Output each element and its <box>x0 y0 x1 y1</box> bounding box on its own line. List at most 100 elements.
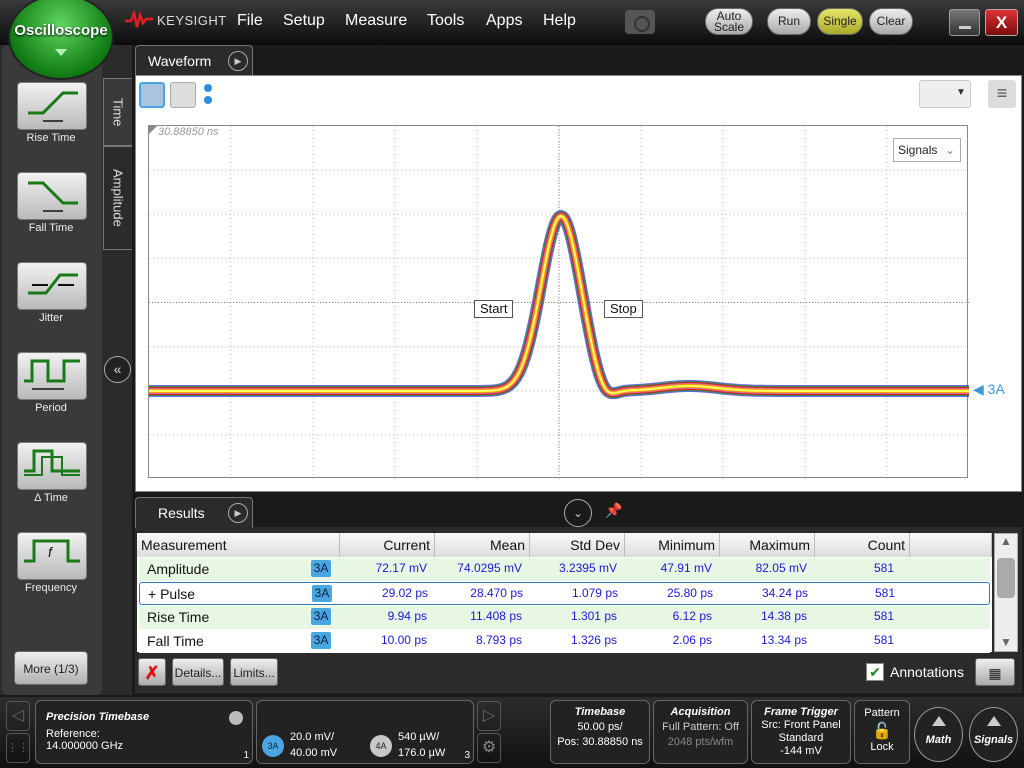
table-row[interactable]: Rise Time 3A 9.94 ps 11.408 ps 1.301 ps 6.12 … <box>139 606 990 629</box>
channel-3a-marker[interactable]: ◀ 3A <box>973 381 1005 398</box>
play-icon[interactable]: ▶ <box>228 51 248 71</box>
camera-icon[interactable] <box>625 10 655 34</box>
zoom-select-tool[interactable]: ▼ <box>919 80 971 108</box>
channel-4a-offset: 176.0 µW <box>398 747 446 759</box>
delta-time-icon <box>24 449 80 476</box>
results-scrollbar[interactable]: ▲ ▼ <box>994 533 1018 652</box>
stop-marker[interactable]: Stop <box>604 300 643 318</box>
corner-marker <box>149 126 157 134</box>
table-view-icon[interactable]: ▦ <box>975 658 1015 686</box>
scroll-left-button[interactable]: ◁ <box>6 701 30 731</box>
details-button[interactable]: Details... <box>172 658 224 686</box>
delete-measurement-button[interactable]: ✗ <box>138 658 166 686</box>
reference-label: Reference: <box>46 728 100 740</box>
column-header-measurement[interactable]: Measurement <box>137 533 340 557</box>
cell-current: 29.02 ps <box>381 586 428 600</box>
tab-waveform[interactable]: Waveform ▶ <box>135 45 253 76</box>
rise-time-icon <box>28 91 78 122</box>
table-row[interactable]: Fall Time 3A 10.00 ps 8.793 ps 1.326 ps 2.06 … <box>139 630 990 653</box>
collapse-panel-button[interactable]: « <box>104 356 131 383</box>
rise-time-button[interactable] <box>17 82 87 130</box>
brand-logo: KEYSIGHT <box>125 11 227 29</box>
cell-min: 25.80 ps <box>666 586 713 600</box>
tab-amplitude[interactable]: Amplitude <box>103 146 132 250</box>
start-marker[interactable]: Start <box>474 300 514 318</box>
channel-4a-badge[interactable]: 4A <box>370 735 392 757</box>
results-table: Measurement Current Mean Std Dev Minimum Maxi… <box>137 533 992 653</box>
cell-count: 581 <box>873 609 894 623</box>
column-header-current[interactable]: Current <box>340 533 435 557</box>
menu-apps[interactable]: Apps <box>486 12 522 30</box>
frequency-button[interactable]: f <box>17 532 87 580</box>
status-led-icon <box>229 711 243 725</box>
period-button[interactable] <box>17 352 87 400</box>
multi-grid-layout-button[interactable] <box>170 82 196 108</box>
run-button[interactable]: Run <box>767 8 811 35</box>
signals-dropdown[interactable]: Signals ⌄ <box>893 138 961 162</box>
box-number: 1 <box>243 750 249 761</box>
cell-count: 581 <box>873 633 894 647</box>
cell-mean: 74.0295 mV <box>457 561 522 575</box>
column-header-maximum[interactable]: Maximum <box>720 533 815 557</box>
timebase-scale: 50.00 ps/ <box>577 721 623 733</box>
cell-max: 82.05 mV <box>755 561 807 575</box>
fall-time-label: Fall Time <box>28 222 74 234</box>
grid-icon[interactable]: ⋮⋮ <box>6 733 30 763</box>
table-row[interactable]: + Pulse 3A 29.02 ps 28.470 ps 1.079 ps 25.80 … <box>139 582 990 605</box>
signals-button[interactable]: Signals <box>969 707 1018 762</box>
auto-scale-button[interactable]: Auto Scale <box>705 8 753 35</box>
limits-button[interactable]: Limits... <box>230 658 278 686</box>
tab-time[interactable]: Time <box>103 78 132 146</box>
clear-button[interactable]: Clear <box>869 8 913 35</box>
delta-time-button[interactable] <box>17 442 87 490</box>
menu-measure[interactable]: Measure <box>345 12 407 30</box>
collapse-results-button[interactable]: ⌄ <box>564 499 592 527</box>
column-header-minimum[interactable]: Minimum <box>625 533 720 557</box>
timebase-box[interactable]: Timebase 50.00 ps/Pos: 30.88850 ns <box>550 700 650 764</box>
acquisition-box[interactable]: Acquisition Full Pattern: Off 2048 pts/wfm <box>653 700 748 764</box>
menu-setup[interactable]: Setup <box>283 12 325 30</box>
menu-file[interactable]: File <box>237 12 263 30</box>
frame-trigger-box[interactable]: Frame Trigger Src: Front Panel Standard -14… <box>751 700 851 764</box>
pin-icon[interactable]: 📌 <box>605 502 622 519</box>
gear-icon[interactable]: ⚙ <box>477 733 501 763</box>
scroll-right-button[interactable]: ▷ <box>477 701 501 731</box>
math-button[interactable]: Math <box>914 707 963 762</box>
table-row[interactable]: Amplitude 3A 72.17 mV 74.0295 mV 3.2395 mV 47… <box>139 558 990 581</box>
dot-icon <box>204 84 212 92</box>
trigger-mode: Standard <box>778 732 824 744</box>
more-button[interactable]: More (1/3) <box>14 651 88 685</box>
pattern-title: Pattern <box>864 707 900 719</box>
tab-results[interactable]: Results ▶ <box>135 497 253 528</box>
channels-box[interactable]: 3A 20.0 mV/ 40.00 mV 4A 540 µW/ 176.0 µW… <box>256 700 474 764</box>
cell-count: 581 <box>874 586 895 600</box>
box-number: 3 <box>464 750 470 761</box>
jitter-button[interactable] <box>17 262 87 310</box>
column-header-std-dev[interactable]: Std Dev <box>530 533 625 557</box>
column-header-mean[interactable]: Mean <box>435 533 530 557</box>
cell-min: 47.91 mV <box>660 561 712 575</box>
trigger-level: -144 mV <box>780 745 822 757</box>
signals-dropdown-label: Signals <box>898 143 938 157</box>
annotations-label: Annotations <box>890 664 964 680</box>
channel-3a-badge[interactable]: 3A <box>262 735 284 757</box>
source-badge: 3A <box>311 632 331 649</box>
minimize-button[interactable] <box>949 9 980 36</box>
single-grid-layout-button[interactable] <box>139 82 165 108</box>
single-button[interactable]: Single <box>817 8 863 35</box>
hamburger-menu-icon[interactable]: ≡ <box>988 80 1016 108</box>
fall-time-button[interactable] <box>17 172 87 220</box>
scroll-thumb[interactable] <box>997 558 1015 598</box>
pattern-lock-box[interactable]: Pattern 🔓 Lock <box>854 700 910 764</box>
annotations-checkbox[interactable]: ✔ <box>866 663 884 681</box>
app-title: Oscilloscope <box>14 22 108 39</box>
column-header-count[interactable]: Count <box>815 533 910 557</box>
menu-help[interactable]: Help <box>543 12 576 30</box>
play-icon[interactable]: ▶ <box>228 503 248 523</box>
precision-timebase-box[interactable]: Precision Timebase Reference: 14.000000 … <box>35 700 253 764</box>
acquisition-points: 2048 pts/wfm <box>667 736 734 748</box>
channel-label: 3A <box>987 381 1005 397</box>
menu-tools[interactable]: Tools <box>427 12 464 30</box>
close-button[interactable]: X <box>985 9 1018 36</box>
measurement-name: Fall Time <box>147 633 204 649</box>
